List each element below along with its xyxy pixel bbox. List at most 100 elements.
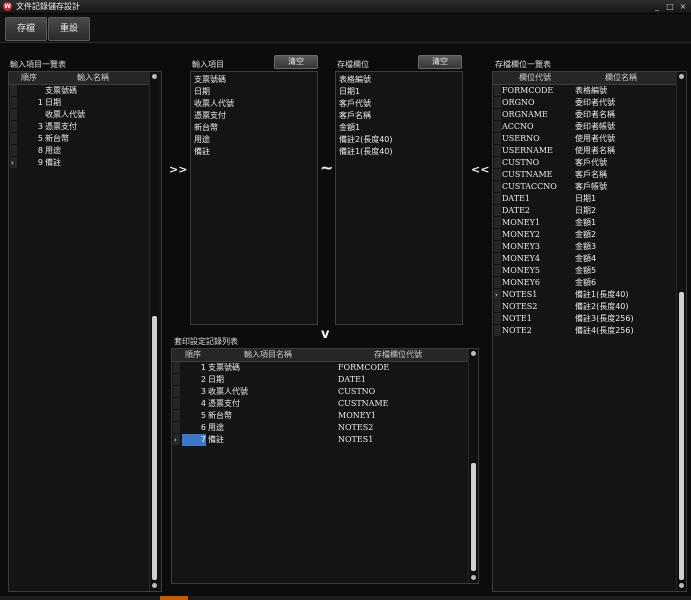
row-header[interactable] (173, 362, 180, 373)
table-row[interactable]: › 7 備註 NOTES1 (172, 434, 468, 446)
row-header[interactable] (494, 157, 501, 168)
list-item[interactable]: 客戶名稱 (339, 110, 371, 122)
input-fields-list[interactable]: 支票號碼 日期 收票人代號 憑票支付 新台幣 用途 備註 (190, 71, 318, 325)
list-item[interactable]: 表格編號 (339, 74, 371, 86)
table-row[interactable]: DATE2 日期2 (493, 205, 676, 217)
add-button[interactable]: >> (169, 163, 187, 176)
table-row[interactable]: CUSTNO 客戶代號 (493, 157, 676, 169)
row-header[interactable] (10, 145, 17, 156)
scroll-thumb[interactable] (679, 292, 684, 580)
table-row[interactable]: 3 憑票支付 (9, 121, 149, 133)
row-header[interactable] (494, 325, 501, 336)
row-header[interactable] (173, 410, 180, 421)
table-row[interactable]: 5 新台幣 (9, 133, 149, 145)
row-header[interactable] (494, 145, 501, 156)
list-item[interactable]: 收票人代號 (194, 98, 234, 110)
table-row[interactable]: ORGNAME 委印者名稱 (493, 109, 676, 121)
row-header[interactable] (173, 374, 180, 385)
clear-input-button[interactable]: 清空 (274, 55, 318, 69)
row-header[interactable] (494, 205, 501, 216)
table-row[interactable]: NOTES1 備註1(長度40) › (493, 289, 676, 301)
table-row[interactable]: CUSTACCNO 客戶帳號 (493, 181, 676, 193)
table-row[interactable]: USERNAME 使用者名稱 (493, 145, 676, 157)
list-item[interactable]: 日期 (194, 86, 210, 98)
list-item[interactable]: 客戶代號 (339, 98, 371, 110)
row-header[interactable] (494, 301, 501, 312)
minimize-icon[interactable]: _ (652, 2, 662, 11)
table-row[interactable]: 6 用途 NOTES2 (172, 422, 468, 434)
list-item[interactable]: 備註1(長度40) (339, 146, 393, 158)
row-header[interactable] (494, 133, 501, 144)
row-header[interactable] (494, 241, 501, 252)
row-header[interactable] (10, 133, 17, 144)
list-item[interactable]: 憑票支付 (194, 110, 226, 122)
table-row[interactable]: 支票號碼 (9, 85, 149, 97)
table-row[interactable]: MONEY4 金額4 (493, 253, 676, 265)
row-header[interactable] (494, 169, 501, 180)
row-header[interactable] (494, 313, 501, 324)
row-header[interactable] (494, 217, 501, 228)
table-row[interactable]: USERNO 使用者代號 (493, 133, 676, 145)
row-header[interactable] (494, 109, 501, 120)
list-item[interactable]: 日期1 (339, 86, 360, 98)
row-header[interactable] (494, 277, 501, 288)
table-row[interactable]: 1 日期 (9, 97, 149, 109)
row-header[interactable] (10, 85, 17, 96)
row-header[interactable] (494, 121, 501, 132)
mapping-scrollbar[interactable] (468, 349, 478, 583)
maximize-icon[interactable]: □ (665, 2, 675, 11)
list-item[interactable]: 備註2(長度40) (339, 134, 393, 146)
table-row[interactable]: NOTE2 備註4(長度256) (493, 325, 676, 337)
table-row[interactable]: 8 用途 (9, 145, 149, 157)
row-header[interactable] (10, 97, 17, 108)
list-item[interactable]: 備註 (194, 146, 210, 158)
scroll-up-icon[interactable] (152, 74, 157, 79)
row-header[interactable] (173, 422, 180, 433)
table-row[interactable]: NOTES2 備註2(長度40) (493, 301, 676, 313)
scroll-down-icon[interactable] (152, 583, 157, 588)
table-row[interactable]: 9 備註 › (9, 157, 149, 169)
row-header[interactable] (494, 181, 501, 192)
scroll-down-icon[interactable] (471, 575, 476, 580)
row-header[interactable] (494, 265, 501, 276)
row-header[interactable] (173, 386, 180, 397)
list-item[interactable]: 支票號碼 (194, 74, 226, 86)
scroll-up-icon[interactable] (471, 351, 476, 356)
table-row[interactable]: 收票人代號 (9, 109, 149, 121)
list-item[interactable]: 用途 (194, 134, 210, 146)
table-row[interactable]: MONEY6 金額6 (493, 277, 676, 289)
table-row[interactable]: MONEY2 金額2 (493, 229, 676, 241)
input-items-scrollbar[interactable] (149, 72, 159, 591)
table-row[interactable]: ORGNO 委印者代號 (493, 97, 676, 109)
scroll-up-icon[interactable] (679, 74, 684, 79)
table-row[interactable]: NOTE1 備註3(長度256) (493, 313, 676, 325)
list-item[interactable]: 金額1 (339, 122, 360, 134)
save-button[interactable]: 存檔 (5, 17, 47, 41)
remove-button[interactable]: << (471, 163, 489, 176)
table-row[interactable]: MONEY1 金額1 (493, 217, 676, 229)
table-row[interactable]: 2 日期 DATE1 (172, 374, 468, 386)
table-row[interactable]: MONEY3 金額3 (493, 241, 676, 253)
row-header[interactable] (494, 85, 501, 96)
clear-storage-button[interactable]: 清空 (418, 55, 462, 69)
table-row[interactable]: CUSTNAME 客戶名稱 (493, 169, 676, 181)
table-row[interactable]: MONEY5 金額5 (493, 265, 676, 277)
reset-button[interactable]: 重設 (48, 17, 90, 41)
storage-list-scrollbar[interactable] (676, 72, 686, 591)
table-row[interactable]: DATE1 日期1 (493, 193, 676, 205)
table-row[interactable]: ACCNO 委印者帳號 (493, 121, 676, 133)
scroll-thumb[interactable] (152, 316, 157, 580)
scroll-down-icon[interactable] (679, 583, 684, 588)
table-row[interactable]: 4 憑票支付 CUSTNAME (172, 398, 468, 410)
table-row[interactable]: FORMCODE 表格編號 (493, 85, 676, 97)
row-header[interactable] (494, 193, 501, 204)
row-header[interactable] (173, 398, 180, 409)
row-header[interactable] (10, 109, 17, 120)
row-header[interactable] (494, 97, 501, 108)
close-icon[interactable]: × (678, 2, 688, 11)
table-row[interactable]: 5 新台幣 MONEY1 (172, 410, 468, 422)
row-header[interactable] (10, 121, 17, 132)
table-row[interactable]: 3 收票人代號 CUSTNO (172, 386, 468, 398)
list-item[interactable]: 新台幣 (194, 122, 218, 134)
table-row[interactable]: 1 支票號碼 FORMCODE (172, 362, 468, 374)
